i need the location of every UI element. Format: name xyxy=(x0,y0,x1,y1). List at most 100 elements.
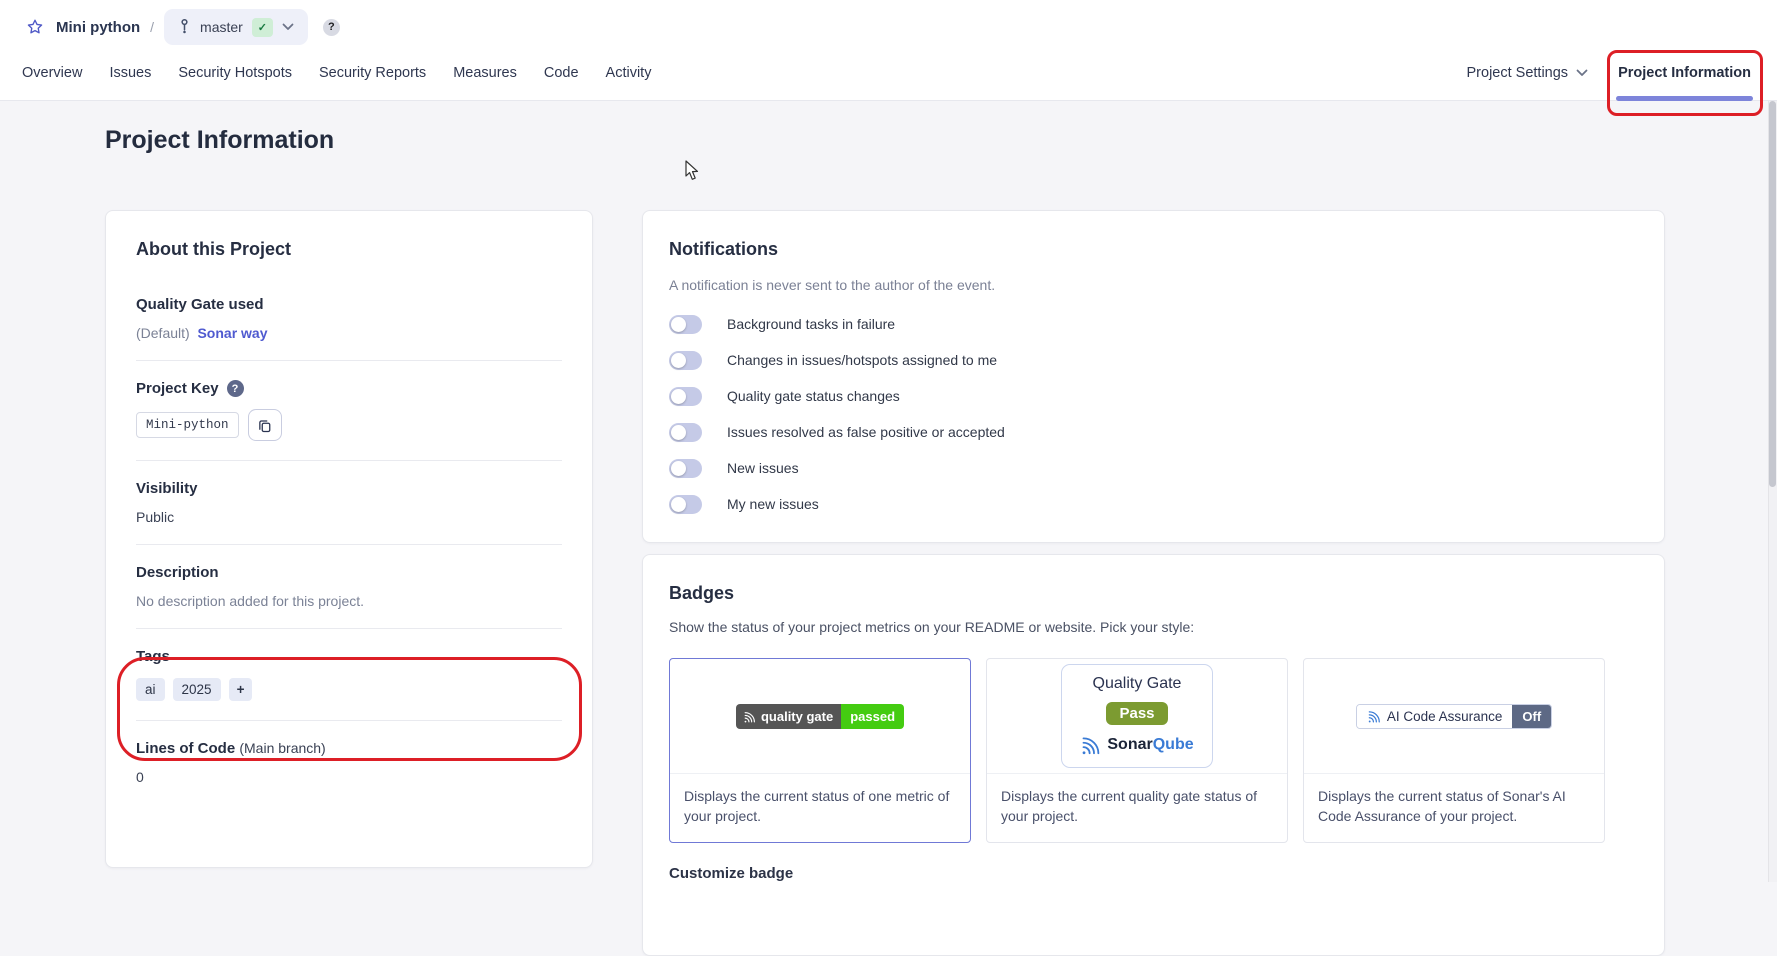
notifications-note: A notification is never sent to the auth… xyxy=(669,277,996,293)
notification-label: Background tasks in failure xyxy=(727,316,896,332)
tab-security-hotspots[interactable]: Security Hotspots xyxy=(178,65,292,81)
lines-of-code-label: Lines of Code xyxy=(136,740,236,757)
toggle-my-new-issues[interactable] xyxy=(669,494,702,514)
breadcrumb-separator: / xyxy=(150,19,155,35)
notification-row: Quality gate status changes xyxy=(669,378,1638,414)
sonarqube-wave-icon xyxy=(1082,737,1100,755)
brand-qube: Qube xyxy=(1152,735,1194,753)
project-key-label: Project Key xyxy=(136,380,219,397)
notifications-list: Background tasks in failure Changes in i… xyxy=(669,306,1638,522)
toggle-knob xyxy=(671,352,686,368)
notification-row: New issues xyxy=(669,450,1638,486)
project-nav: Overview Issues Security Hotspots Securi… xyxy=(22,60,1753,101)
toggle-new-issues[interactable] xyxy=(669,458,702,478)
notification-label: New issues xyxy=(727,460,799,476)
project-key-value: Mini-python xyxy=(136,412,239,438)
metric-shield-badge: quality gate passed xyxy=(735,703,905,729)
chevron-down-icon xyxy=(1576,69,1588,76)
scrollbar-track xyxy=(1768,101,1777,882)
mouse-cursor xyxy=(685,160,700,182)
toggle-knob xyxy=(671,388,686,404)
quality-gate-card-badge: Quality Gate Pass SonarQube xyxy=(1061,664,1213,768)
project-settings-label: Project Settings xyxy=(1466,65,1569,81)
badge-style-options: quality gate passed Displays the current… xyxy=(669,658,1638,844)
project-key-section: Project Key ? Mini-python xyxy=(136,361,562,461)
notification-label: Issues resolved as false positive or acc… xyxy=(727,424,1005,440)
notifications-title: Notifications xyxy=(669,239,779,259)
quality-gate-pass-badge: Pass xyxy=(1106,702,1168,725)
badge-option-description: Displays the current quality gate status… xyxy=(987,773,1287,842)
add-tag-button[interactable]: + xyxy=(228,678,253,701)
scrollbar-thumb[interactable] xyxy=(1769,101,1776,487)
tab-project-information[interactable]: Project Information xyxy=(1616,65,1753,101)
tab-overview[interactable]: Overview xyxy=(22,65,82,81)
sonar-wave-icon xyxy=(1368,711,1380,723)
copy-icon xyxy=(259,419,271,432)
page-title: Project Information xyxy=(105,126,335,154)
branch-help-icon[interactable]: ? xyxy=(322,18,340,36)
tag-pill[interactable]: ai xyxy=(136,678,165,701)
quality-gate-label: Quality Gate used xyxy=(136,296,264,313)
tab-code[interactable]: Code xyxy=(544,65,579,81)
badge-option-description: Displays the current status of Sonar's A… xyxy=(1304,773,1604,842)
about-card-title: About this Project xyxy=(136,239,292,259)
shield-right-label: passed xyxy=(841,703,905,729)
lines-of-code-value: 0 xyxy=(136,769,144,785)
tab-security-reports[interactable]: Security Reports xyxy=(319,65,426,81)
visibility-value: Public xyxy=(136,509,175,525)
active-tab-underline xyxy=(1616,96,1753,101)
toggle-issues-resolved[interactable] xyxy=(669,422,702,442)
description-value: No description added for this project. xyxy=(136,593,365,609)
notification-row: Issues resolved as false positive or acc… xyxy=(669,414,1638,450)
top-header: Mini python / master ✓ ? Overview Issues… xyxy=(0,0,1777,101)
ai-code-assurance-badge: AI Code Assurance Off xyxy=(1355,703,1553,729)
shield-left-label: quality gate xyxy=(760,708,834,724)
branch-status-check-icon: ✓ xyxy=(251,17,273,37)
badge-option-description: Displays the current status of one metri… xyxy=(670,773,970,842)
notification-row: Background tasks in failure xyxy=(669,306,1638,342)
favorite-star-icon[interactable] xyxy=(26,18,44,36)
quality-gate-link[interactable]: Sonar way xyxy=(197,325,267,341)
customize-badge-label: Customize badge xyxy=(669,865,794,883)
notifications-card: Notifications A notification is never se… xyxy=(642,210,1665,543)
project-settings-menu[interactable]: Project Settings xyxy=(1467,65,1589,81)
branch-icon xyxy=(181,18,188,34)
breadcrumb-project-link[interactable]: Mini python xyxy=(56,19,140,36)
badge-option-quality-gate[interactable]: Quality Gate Pass SonarQube Displays the… xyxy=(986,658,1288,844)
badges-title: Badges xyxy=(669,583,735,603)
toggle-background-tasks[interactable] xyxy=(669,314,702,334)
copy-project-key-button[interactable] xyxy=(247,409,282,441)
quality-gate-default: (Default) xyxy=(136,325,190,341)
badge-option-metric[interactable]: quality gate passed Displays the current… xyxy=(669,658,971,844)
badge-option-ai-code-assurance[interactable]: AI Code Assurance Off Displays the curre… xyxy=(1303,658,1605,844)
badges-intro: Show the status of your project metrics … xyxy=(669,619,1195,635)
branch-selector[interactable]: master ✓ xyxy=(164,9,308,45)
description-label: Description xyxy=(136,564,219,581)
toggle-knob xyxy=(671,460,686,476)
brand-sonar: Sonar xyxy=(1107,735,1153,753)
tab-project-information-label: Project Information xyxy=(1618,65,1751,81)
toggle-knob xyxy=(671,316,686,332)
project-key-help-icon[interactable]: ? xyxy=(226,380,244,397)
notification-row: My new issues xyxy=(669,486,1638,522)
toggle-knob xyxy=(671,424,686,440)
ai-badge-label: AI Code Assurance xyxy=(1386,708,1503,724)
lines-of-code-section: Lines of Code (Main branch) 0 xyxy=(136,721,562,804)
toggle-quality-gate-status[interactable] xyxy=(669,386,702,406)
chevron-down-icon xyxy=(282,23,294,30)
toggle-changes-assigned[interactable] xyxy=(669,350,702,370)
toggle-knob xyxy=(671,496,686,512)
description-section: Description No description added for thi… xyxy=(136,545,562,629)
tab-activity[interactable]: Activity xyxy=(606,65,652,81)
notification-row: Changes in issues/hotspots assigned to m… xyxy=(669,342,1638,378)
notification-label: Quality gate status changes xyxy=(727,388,900,404)
tab-measures[interactable]: Measures xyxy=(453,65,517,81)
visibility-section: Visibility Public xyxy=(136,461,562,545)
tags-label: Tags xyxy=(136,648,170,665)
branch-name: master xyxy=(200,19,243,35)
sonar-wave-icon xyxy=(744,711,755,722)
notification-label: Changes in issues/hotspots assigned to m… xyxy=(727,352,998,368)
tag-pill[interactable]: 2025 xyxy=(172,678,221,701)
tab-issues[interactable]: Issues xyxy=(109,65,151,81)
ai-badge-off-label: Off xyxy=(1512,704,1552,728)
